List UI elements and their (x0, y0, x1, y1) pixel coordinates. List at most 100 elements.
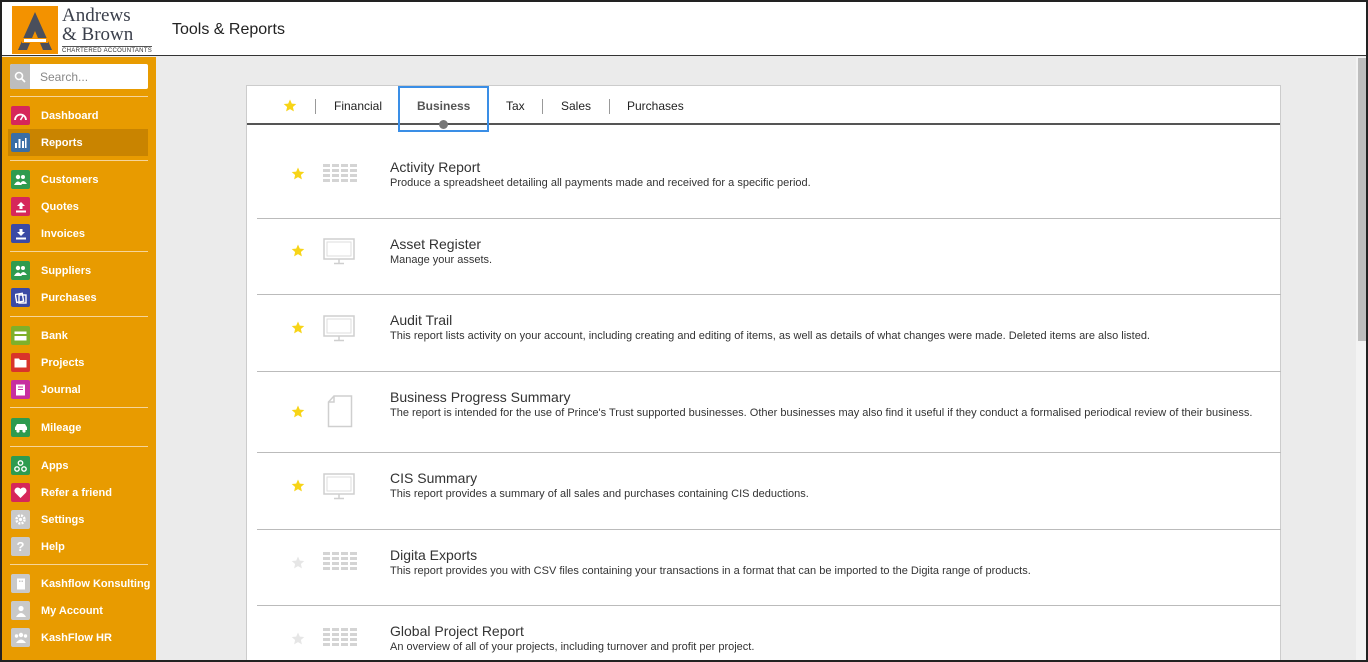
tab-tax[interactable]: Tax (506, 86, 525, 125)
favorite-star-icon[interactable] (291, 321, 305, 334)
report-row-asset-register[interactable]: Asset Register Manage your assets. (257, 219, 1281, 295)
book-icon (11, 380, 30, 399)
search-input[interactable]: Search... (10, 64, 148, 89)
search-placeholder: Search... (40, 70, 89, 84)
gear-icon (11, 510, 30, 529)
sidebar-item-label: Settings (41, 513, 85, 526)
building-icon (11, 574, 30, 593)
sidebar-divider (10, 407, 148, 408)
sidebar-item-refer-a-friend[interactable]: Refer a friend (2, 479, 156, 506)
tab-divider (542, 99, 543, 114)
logo-line2: & Brown (62, 24, 134, 45)
sidebar-item-label: Mileage (41, 421, 82, 434)
report-row-business-progress-summary[interactable]: Business Progress Summary The report is … (257, 372, 1281, 453)
report-row-global-project-report[interactable]: Global Project Report An overview of all… (257, 606, 1281, 660)
sidebar-item-kashflow-hr[interactable]: KashFlow HR (2, 624, 156, 651)
sidebar-item-label: Dashboard (41, 109, 99, 122)
tab-divider (315, 99, 316, 114)
sidebar-item-purchases[interactable]: Purchases (2, 284, 156, 311)
report-description: Produce a spreadsheet detailing all paym… (390, 177, 811, 189)
report-title[interactable]: Global Project Report (390, 623, 524, 639)
sidebar-item-journal[interactable]: Journal (2, 376, 156, 403)
logo-mark (12, 6, 58, 54)
report-title[interactable]: Business Progress Summary (390, 389, 571, 405)
favorite-star-icon[interactable] (291, 405, 305, 418)
sidebar-item-label: KashFlow HR (41, 631, 112, 644)
report-title[interactable]: Activity Report (390, 159, 480, 175)
tab-financial[interactable]: Financial (334, 86, 382, 125)
people-icon (11, 261, 30, 280)
sidebar-item-label: My Account (41, 604, 103, 617)
star-icon (283, 99, 297, 112)
report-title[interactable]: Digita Exports (390, 547, 477, 563)
sidebar-item-suppliers[interactable]: Suppliers (2, 257, 156, 284)
bar-chart-icon (11, 133, 30, 152)
sidebar-item-projects[interactable]: Projects (2, 349, 156, 376)
report-title[interactable]: Asset Register (390, 236, 481, 252)
folder-icon (11, 353, 30, 372)
sidebar-divider (10, 316, 148, 317)
sidebar-divider (10, 446, 148, 447)
sidebar-item-apps[interactable]: Apps (2, 452, 156, 479)
upload-icon (11, 197, 30, 216)
sidebar-item-label: Bank (41, 329, 68, 342)
sidebar-item-label: Invoices (41, 227, 86, 240)
sidebar-item-label: Customers (41, 173, 99, 186)
monitor-icon (323, 238, 355, 265)
report-tabs: Financial Business Tax Sales Purchases (247, 86, 1280, 132)
report-title[interactable]: CIS Summary (390, 470, 477, 486)
sidebar-item-bank[interactable]: Bank (2, 322, 156, 349)
sidebar-item-invoices[interactable]: Invoices (2, 220, 156, 247)
sidebar-item-mileage[interactable]: Mileage (2, 414, 156, 441)
page-title: Tools & Reports (172, 21, 285, 38)
sidebar-divider (10, 96, 148, 97)
favorite-star-icon[interactable] (291, 167, 305, 180)
sidebar-item-label: Refer a friend (41, 486, 112, 499)
sidebar-item-settings[interactable]: Settings (2, 506, 156, 533)
report-description: Manage your assets. (390, 254, 493, 266)
sidebar-item-dashboard[interactable]: Dashboard (2, 102, 156, 129)
sidebar-item-reports[interactable]: Reports (8, 129, 148, 156)
app-window: Andrews & Brown CHARTERED ACCOUNTANTS To… (0, 0, 1368, 662)
sidebar-item-customers[interactable]: Customers (2, 166, 156, 193)
favorite-star-icon[interactable] (291, 244, 305, 257)
gauge-icon (11, 106, 30, 125)
report-description: An overview of all of your projects, inc… (390, 641, 755, 653)
tab-sales[interactable]: Sales (561, 86, 591, 125)
scrollbar-thumb[interactable] (1358, 58, 1366, 341)
apps-icon (11, 456, 30, 475)
car-icon (11, 418, 30, 437)
logo-line1: Andrews (62, 5, 131, 26)
report-row-activity-report[interactable]: Activity Report Produce a spreadsheet de… (257, 126, 1281, 219)
report-title[interactable]: Audit Trail (390, 312, 452, 328)
sidebar-item-kashflow-konsulting[interactable]: Kashflow Konsulting (2, 570, 156, 597)
report-row-digita-exports[interactable]: Digita Exports This report provides you … (257, 530, 1281, 606)
sidebar-item-label: Reports (41, 136, 83, 149)
tab-purchases[interactable]: Purchases (627, 86, 684, 125)
favorite-star-icon[interactable] (291, 556, 305, 569)
company-logo[interactable]: Andrews & Brown CHARTERED ACCOUNTANTS (12, 5, 153, 54)
sidebar-item-help[interactable]: ? Help (2, 533, 156, 560)
sidebar-divider (10, 160, 148, 161)
monitor-icon (323, 473, 355, 500)
download-icon (11, 224, 30, 243)
sidebar-item-label: Kashflow Konsulting (41, 577, 151, 590)
sidebar-divider (10, 251, 148, 252)
sidebar-item-label: Journal (41, 383, 81, 396)
search-icon (10, 64, 30, 89)
sidebar-item-quotes[interactable]: Quotes (2, 193, 156, 220)
card-icon (11, 326, 30, 345)
spreadsheet-icon (323, 628, 357, 646)
favorite-star-icon[interactable] (291, 632, 305, 645)
sidebar-divider (10, 564, 148, 565)
favorite-star-icon[interactable] (291, 479, 305, 492)
sidebar-item-label: Quotes (41, 200, 79, 213)
tab-divider (609, 99, 610, 114)
report-description: This report provides you with CSV files … (390, 565, 1031, 577)
report-row-audit-trail[interactable]: Audit Trail This report lists activity o… (257, 295, 1281, 372)
tab-favorites[interactable] (283, 86, 297, 125)
sidebar-item-my-account[interactable]: My Account (2, 597, 156, 624)
report-row-cis-summary[interactable]: CIS Summary This report provides a summa… (257, 453, 1281, 530)
sidebar: Search... Dashboard Reports Customers Qu… (2, 57, 156, 660)
spreadsheet-icon (323, 552, 357, 570)
